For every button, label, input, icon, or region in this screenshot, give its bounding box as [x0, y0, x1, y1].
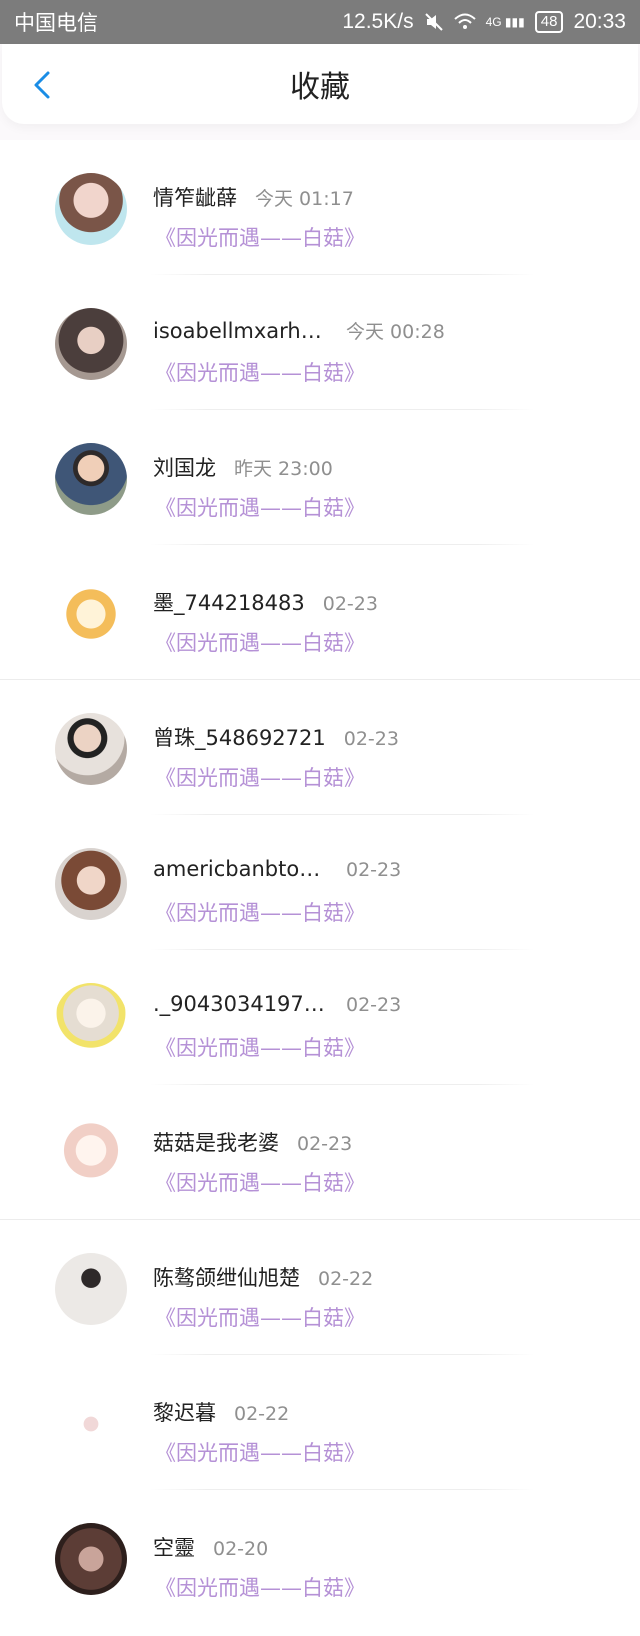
- work-title[interactable]: 《因光而遇——白菇》: [155, 1167, 365, 1197]
- wifi-icon: [453, 13, 476, 29]
- network-speed: 12.5K/s: [342, 10, 414, 33]
- work-title[interactable]: 《因光而遇——白菇》: [155, 222, 365, 252]
- avatar[interactable]: [55, 1523, 127, 1595]
- timestamp: 02-22: [234, 1403, 290, 1425]
- signal-icon: 4G ▮▮▮: [485, 14, 525, 29]
- timestamp: 02-23: [322, 593, 378, 615]
- work-title[interactable]: 《因光而遇——白菇》: [155, 357, 365, 387]
- timestamp: 02-20: [213, 1538, 269, 1560]
- header-bar: 收藏: [2, 44, 638, 124]
- avatar[interactable]: [55, 308, 127, 380]
- user-name[interactable]: americbanbtou...: [153, 857, 328, 881]
- user-name[interactable]: 陈骜颌绁仙旭楚: [153, 1262, 300, 1292]
- user-name[interactable]: 曾珠_548692721: [153, 722, 326, 752]
- list-item[interactable]: 墨_744218483 02-23 《因光而遇——白菇》: [0, 545, 640, 680]
- user-name[interactable]: 菇菇是我老婆: [153, 1127, 279, 1157]
- battery-icon: 48: [534, 11, 564, 33]
- timestamp: 今天 01:17: [255, 188, 354, 210]
- list-item[interactable]: 陈骜颌绁仙旭楚 02-22 《因光而遇——白菇》: [0, 1220, 640, 1355]
- work-title[interactable]: 《因光而遇——白菇》: [155, 1032, 365, 1062]
- timestamp: 今天 00:28: [346, 321, 445, 343]
- list-item[interactable]: 情笮龇薛 今天 01:17 《因光而遇——白菇》: [0, 140, 640, 275]
- mute-icon: [424, 13, 443, 31]
- avatar[interactable]: [55, 578, 127, 650]
- timestamp: 02-23: [346, 859, 402, 881]
- user-name[interactable]: 黎迟暮: [153, 1397, 216, 1427]
- avatar[interactable]: [55, 983, 127, 1055]
- user-name[interactable]: isoabellmxarhant: [153, 319, 328, 343]
- timestamp: 02-23: [343, 728, 399, 750]
- avatar[interactable]: [55, 1118, 127, 1190]
- avatar[interactable]: [55, 1253, 127, 1325]
- avatar[interactable]: [55, 443, 127, 515]
- status-right: 12.5K/s 4G ▮▮▮ 48 20:33: [342, 10, 626, 34]
- user-name[interactable]: 空靈: [153, 1532, 195, 1562]
- user-name[interactable]: 情笮龇薛: [153, 182, 237, 212]
- page-title: 收藏: [290, 70, 350, 105]
- avatar[interactable]: [55, 173, 127, 245]
- avatar[interactable]: [55, 848, 127, 920]
- back-arrow-icon[interactable]: [28, 70, 58, 100]
- list-item[interactable]: americbanbtou... 02-23 《因光而遇——白菇》: [0, 815, 640, 950]
- timestamp: 昨天 23:00: [234, 458, 333, 480]
- work-title[interactable]: 《因光而遇——白菇》: [155, 897, 365, 927]
- avatar[interactable]: [55, 1388, 127, 1460]
- list-item[interactable]: 菇菇是我老婆 02-23 《因光而遇——白菇》: [0, 1085, 640, 1220]
- timestamp: 02-23: [346, 994, 402, 1016]
- clock: 20:33: [573, 10, 626, 33]
- work-title[interactable]: 《因光而遇——白菇》: [155, 1572, 365, 1602]
- work-title[interactable]: 《因光而遇——白菇》: [155, 627, 365, 657]
- list-item[interactable]: 曾珠_548692721 02-23 《因光而遇——白菇》: [0, 680, 640, 815]
- status-bar: 中国电信 12.5K/s 4G ▮▮▮ 48 20:33: [0, 0, 640, 44]
- user-name[interactable]: 刘国龙: [153, 452, 216, 482]
- work-title[interactable]: 《因光而遇——白菇》: [155, 1302, 365, 1332]
- timestamp: 02-22: [318, 1268, 374, 1290]
- work-title[interactable]: 《因光而遇——白菇》: [155, 762, 365, 792]
- user-name[interactable]: ._90430341971...: [153, 992, 328, 1016]
- timestamp: 02-23: [297, 1133, 353, 1155]
- carrier-label: 中国电信: [14, 12, 98, 35]
- list-item[interactable]: 刘国龙 昨天 23:00 《因光而遇——白菇》: [0, 410, 640, 545]
- work-title[interactable]: 《因光而遇——白菇》: [155, 492, 365, 522]
- list-item[interactable]: 空靈 02-20 《因光而遇——白菇》: [0, 1490, 640, 1625]
- favorites-list: 情笮龇薛 今天 01:17 《因光而遇——白菇》 isoabellmxarhant…: [0, 140, 640, 1636]
- user-name[interactable]: 墨_744218483: [153, 587, 305, 617]
- list-item[interactable]: 黎迟暮 02-22 《因光而遇——白菇》: [0, 1355, 640, 1490]
- list-item[interactable]: ._90430341971... 02-23 《因光而遇——白菇》: [0, 950, 640, 1085]
- avatar[interactable]: [55, 713, 127, 785]
- work-title[interactable]: 《因光而遇——白菇》: [155, 1437, 365, 1467]
- list-item[interactable]: isoabellmxarhant 今天 00:28 《因光而遇——白菇》: [0, 275, 640, 410]
